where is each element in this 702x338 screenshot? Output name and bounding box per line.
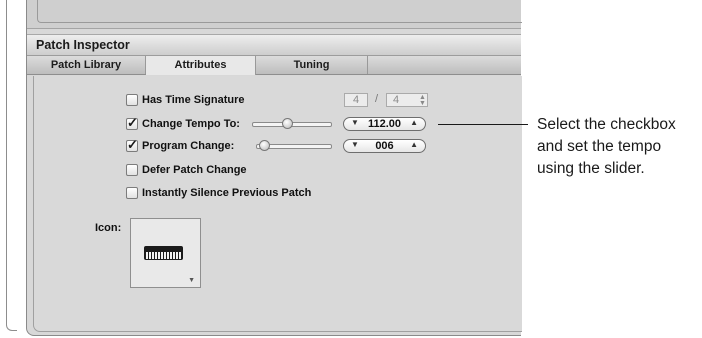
inspector-title: Patch Inspector — [36, 38, 130, 52]
program-slider-knob[interactable] — [259, 140, 271, 151]
callout-line — [438, 124, 528, 125]
icon-selector[interactable]: ▼ — [130, 218, 201, 288]
tab-attributes[interactable]: Attributes — [146, 56, 256, 75]
checkmark-icon: ✓ — [127, 137, 138, 152]
program-change-checkbox[interactable]: ✓ — [126, 137, 138, 152]
defer-patch-change-label: Defer Patch Change — [142, 164, 247, 176]
inspector-title-bar[interactable]: Patch Inspector — [27, 34, 521, 56]
tab-patch-library[interactable]: Patch Library — [27, 56, 146, 74]
instantly-silence-label: Instantly Silence Previous Patch — [142, 187, 312, 199]
program-change-label: Program Change: — [142, 140, 235, 152]
window-frame-edge — [6, 0, 17, 331]
callout-line-1: Select the checkbox — [537, 116, 676, 133]
time-signature-numerator[interactable]: 4 — [344, 93, 368, 107]
icon-label: Icon: — [95, 222, 122, 234]
change-tempo-checkbox[interactable]: ✓ — [126, 115, 138, 130]
keyboard-keys — [146, 252, 181, 259]
defer-patch-change-checkbox[interactable] — [126, 164, 138, 176]
increment-arrow-icon[interactable]: ▲ — [410, 140, 418, 149]
tab-tuning[interactable]: Tuning — [256, 56, 368, 74]
has-time-signature-label: Has Time Signature — [142, 94, 245, 106]
tempo-value-field[interactable]: ▼ 112.00 ▲ — [343, 117, 426, 131]
change-tempo-label: Change Tempo To: — [142, 118, 240, 130]
keyboard-icon — [144, 246, 183, 260]
time-signature-denominator-value: 4 — [393, 94, 400, 106]
increment-arrow-icon[interactable]: ▲ — [410, 118, 418, 127]
tempo-slider-knob[interactable] — [282, 118, 294, 129]
dropdown-arrow-icon: ▼ — [188, 277, 195, 284]
instantly-silence-checkbox[interactable] — [126, 187, 138, 199]
patch-inspector-panel: Patch Inspector Patch Library Attributes… — [26, 0, 522, 336]
upper-pane — [27, 0, 522, 29]
time-signature-denominator[interactable]: 4 ▲ ▼ — [386, 93, 428, 107]
time-signature-separator: / — [375, 93, 379, 105]
inspector-tabs: Patch Library Attributes Tuning — [27, 56, 521, 75]
has-time-signature-checkbox[interactable] — [126, 94, 138, 106]
checkmark-icon: ✓ — [127, 115, 138, 130]
callout-line-3: using the slider. — [537, 160, 645, 177]
callout-line-2: and set the tempo — [537, 138, 662, 155]
stepper-arrows-icon: ▲ ▼ — [419, 94, 426, 107]
program-value-field[interactable]: ▼ 006 ▲ — [343, 139, 426, 153]
logic-window: Patch Inspector Patch Library Attributes… — [0, 0, 522, 338]
upper-pane-frame — [37, 0, 522, 23]
callout-text: Select the checkbox and set the tempo us… — [537, 114, 676, 180]
attributes-pane: Has Time Signature 4 / 4 ▲ ▼ ✓ Change Tem… — [33, 76, 522, 332]
